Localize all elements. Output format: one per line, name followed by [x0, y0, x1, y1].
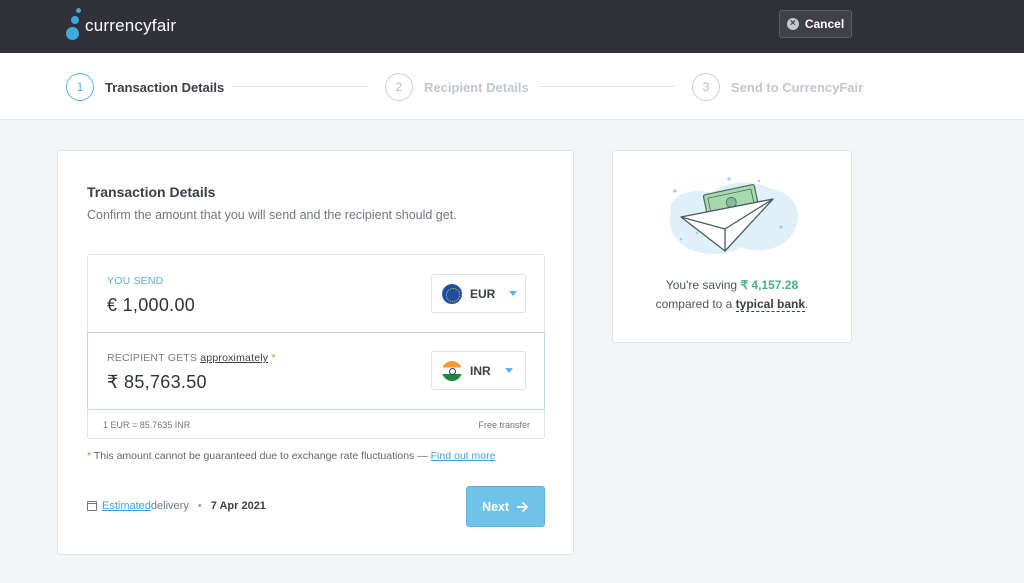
top-bar: currencyfair × Cancel [0, 0, 1024, 53]
compare-text: compared to a typical bank. [655, 297, 809, 312]
step-label: Send to CurrencyFair [731, 79, 864, 95]
card-title: Transaction Details [87, 184, 216, 200]
receive-currency-select[interactable]: INR [431, 351, 526, 390]
currencyfair-logo[interactable]: currencyfair [66, 8, 176, 42]
rate-row: 1 EUR = 85.7635 INR Free transfer [88, 410, 544, 439]
rate-disclaimer: * This amount cannot be guaranteed due t… [87, 450, 496, 462]
step-label: Transaction Details [105, 79, 225, 95]
receive-currency-code: INR [470, 363, 491, 378]
close-circle-icon: × [786, 18, 799, 30]
send-currency-select[interactable]: EUR [431, 274, 526, 313]
next-button[interactable]: Next [466, 486, 545, 527]
saving-text: You're saving ₹ 4,157.28 [665, 278, 799, 292]
next-label: Next [481, 499, 510, 514]
delivery-info: Estimated delivery • 7 Apr 2021 [87, 500, 266, 512]
chevron-down-icon [509, 291, 518, 296]
cancel-button[interactable]: × Cancel [779, 10, 852, 38]
savings-card: You're saving ₹ 4,157.28 compared to a t… [612, 150, 852, 343]
card-subtitle: Confirm the amount that you will send an… [87, 208, 457, 222]
step-number: 1 [66, 73, 94, 101]
step-recipient-details: 2 Recipient Details [385, 73, 529, 101]
send-currency-code: EUR [470, 286, 496, 301]
step-label: Recipient Details [424, 79, 529, 95]
typical-bank-link[interactable]: typical bank [735, 297, 806, 312]
find-out-more-link[interactable]: Find out more [431, 450, 496, 462]
fee-label: Free transfer [478, 420, 530, 430]
step-connector [232, 86, 368, 87]
saving-amount: ₹ 4,157.28 [740, 278, 799, 292]
delivery-date: 7 Apr 2021 [210, 500, 266, 512]
cancel-label: Cancel [804, 17, 845, 31]
send-amount-input[interactable]: € 1,000.00 [107, 295, 195, 316]
step-number: 2 [385, 73, 413, 101]
exchange-rate: 1 EUR = 85.7635 INR [103, 420, 191, 430]
logo-dots-icon [66, 8, 84, 42]
amount-box: YOU SEND € 1,000.00 EUR RECIPIENT GETS a… [87, 254, 545, 439]
india-flag-icon [442, 360, 462, 381]
transaction-card: Transaction Details Confirm the amount t… [57, 150, 574, 555]
receive-label: RECIPIENT GETS approximately * [107, 352, 276, 364]
calendar-icon [87, 501, 97, 511]
brand-name: currencyfair [85, 16, 177, 35]
eu-flag-icon [442, 283, 462, 304]
approximately-link[interactable]: approximately [200, 352, 268, 364]
arrow-right-icon [517, 501, 528, 512]
send-amount-row: YOU SEND € 1,000.00 EUR [88, 255, 544, 333]
paper-plane-money-illustration [669, 177, 799, 254]
estimated-link[interactable]: Estimated [102, 500, 151, 512]
step-send-to-currencyfair: 3 Send to CurrencyFair [692, 73, 863, 101]
receive-amount-input[interactable]: ₹ 85,763.50 [107, 372, 207, 393]
step-transaction-details: 1 Transaction Details [66, 73, 224, 101]
step-connector [539, 86, 675, 87]
chevron-down-icon [504, 368, 513, 373]
step-number: 3 [692, 73, 720, 101]
send-label: YOU SEND [107, 275, 164, 287]
receive-amount-row: RECIPIENT GETS approximately * ₹ 85,763.… [87, 332, 545, 410]
